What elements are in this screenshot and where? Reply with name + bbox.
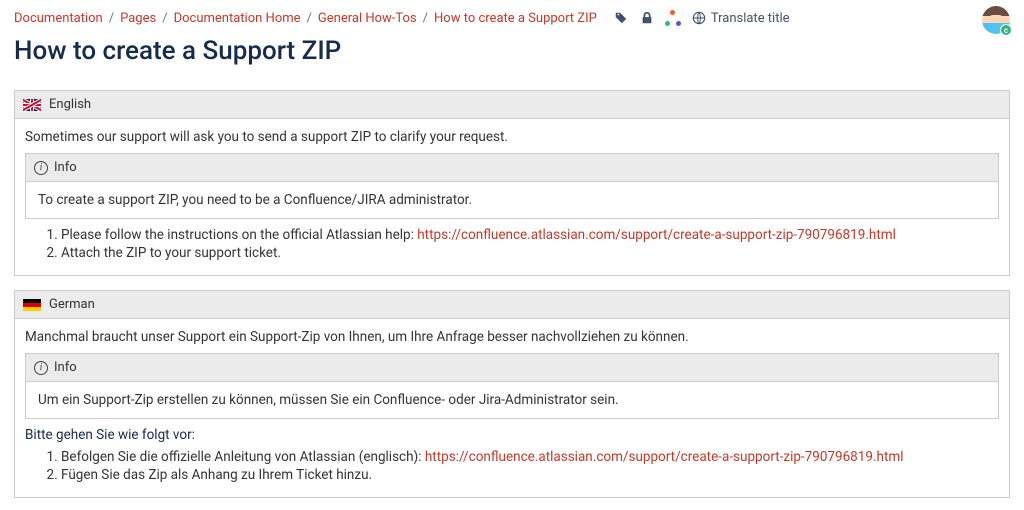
info-icon: i <box>34 161 48 175</box>
step-text: Please follow the instructions on the of… <box>61 227 417 243</box>
language-body-english: Sometimes our support will ask you to se… <box>15 119 1009 275</box>
intro-text: Sometimes our support will ask you to se… <box>25 129 999 145</box>
avatar-status-badge: c <box>1000 24 1012 36</box>
steps-list: Please follow the instructions on the of… <box>61 227 999 261</box>
info-panel-header: i Info <box>26 154 998 182</box>
language-header-english: English <box>15 91 1009 119</box>
external-help-link[interactable]: https://confluence.atlassian.com/support… <box>425 449 904 465</box>
globe-icon <box>691 10 707 26</box>
flag-de-icon <box>23 299 41 311</box>
step-item: Please follow the instructions on the of… <box>61 227 999 243</box>
language-label: English <box>49 97 91 112</box>
flag-uk-icon <box>23 99 41 111</box>
breadcrumb-pages[interactable]: Pages <box>120 11 156 26</box>
info-icon: i <box>34 361 48 375</box>
user-avatar[interactable]: c <box>982 6 1010 34</box>
breadcrumb-separator: / <box>423 11 428 26</box>
page-title: How to create a Support ZIP <box>0 30 1024 84</box>
language-body-german: Manchmal braucht unser Support ein Suppo… <box>15 319 1009 497</box>
info-title: Info <box>54 160 77 175</box>
steps-list: Befolgen Sie die offizielle Anleitung vo… <box>61 449 999 483</box>
language-label: German <box>49 297 95 312</box>
step-item: Befolgen Sie die offizielle Anleitung vo… <box>61 449 999 465</box>
language-header-german: German <box>15 291 1009 319</box>
info-panel: i Info To create a support ZIP, you need… <box>25 153 999 219</box>
breadcrumb-general-howtos[interactable]: General How-Tos <box>318 11 417 26</box>
info-title: Info <box>54 360 77 375</box>
info-panel-body: To create a support ZIP, you need to be … <box>26 182 998 218</box>
info-panel-body: Um ein Support-Zip erstellen zu können, … <box>26 382 998 418</box>
tag-icon[interactable] <box>613 10 629 26</box>
step-item: Fügen Sie das Zip als Anhang zu Ihrem Ti… <box>61 467 999 483</box>
breadcrumb: Documentation / Pages / Documentation Ho… <box>14 11 597 26</box>
language-block-german: German Manchmal braucht unser Support ei… <box>14 290 1010 498</box>
step-text: Befolgen Sie die offizielle Anleitung vo… <box>61 449 425 465</box>
breadcrumb-documentation-home[interactable]: Documentation Home <box>174 11 301 26</box>
translate-title-button[interactable]: Translate title <box>691 10 790 26</box>
info-panel-header: i Info <box>26 354 998 382</box>
breadcrumb-separator: / <box>162 11 167 26</box>
breadcrumb-separator: / <box>307 11 312 26</box>
external-help-link[interactable]: https://confluence.atlassian.com/support… <box>417 227 896 243</box>
app-switcher-icon[interactable] <box>665 10 681 26</box>
lock-icon[interactable] <box>639 10 655 26</box>
steps-intro: Bitte gehen Sie wie folgt vor: <box>25 427 999 443</box>
breadcrumb-separator: / <box>109 11 114 26</box>
language-block-english: English Sometimes our support will ask y… <box>14 90 1010 276</box>
breadcrumb-current[interactable]: How to create a Support ZIP <box>434 11 597 26</box>
step-item: Attach the ZIP to your support ticket. <box>61 245 999 261</box>
translate-title-label: Translate title <box>711 11 790 26</box>
breadcrumb-documentation[interactable]: Documentation <box>14 11 103 26</box>
intro-text: Manchmal braucht unser Support ein Suppo… <box>25 329 999 345</box>
page-toolbar: Translate title <box>613 10 790 26</box>
page-header: Documentation / Pages / Documentation Ho… <box>0 0 1024 30</box>
info-panel: i Info Um ein Support-Zip erstellen zu k… <box>25 353 999 419</box>
